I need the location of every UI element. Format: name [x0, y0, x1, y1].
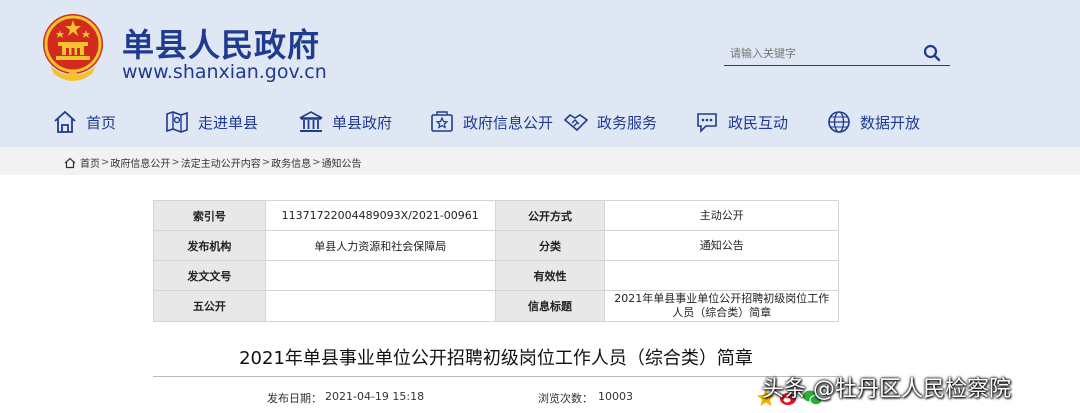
info-disclosure-icon	[431, 111, 453, 132]
nav-item-home[interactable]: 首页	[52, 104, 116, 140]
nav-label: 政务服务	[597, 113, 658, 132]
nav-label: 数据开放	[860, 113, 921, 132]
site-name[interactable]: 单县人民政府	[122, 20, 320, 66]
publisher-label: 发布机构	[153, 230, 266, 261]
article-title: 2021年单县事业单位公开招聘初级岗位工作人员（综合类）简章	[239, 348, 753, 369]
view-count: 10003	[598, 390, 633, 403]
table-row: 发文文号 有效性	[153, 260, 839, 291]
home-icon	[54, 110, 76, 133]
nav-label: 政府信息公开	[463, 113, 554, 132]
publish-date-label: 发布日期：	[267, 392, 322, 405]
main-nav: 首页 走进单县 单县政府 政府信息公开 政务服务 政民互动 数据开放	[0, 104, 1080, 140]
search-icon[interactable]	[922, 43, 942, 63]
five-disclosures-value	[264, 290, 496, 322]
nav-label: 政民互动	[728, 113, 789, 132]
view-count-label: 浏览次数：	[538, 392, 593, 405]
doc-number-value	[264, 260, 496, 291]
title-divider	[153, 376, 839, 377]
validity-value	[604, 260, 839, 291]
breadcrumb-item-info-disclosure[interactable]: 政府信息公开	[110, 155, 170, 170]
nav-label: 单县政府	[332, 113, 393, 132]
nav-item-open-data[interactable]: 数据开放	[826, 104, 920, 140]
nav-label: 首页	[86, 113, 117, 132]
publisher-value: 单县人力资源和社会保障局	[264, 230, 496, 261]
site-url[interactable]: www.shanxian.gov.cn	[122, 61, 327, 83]
info-title-value: 2021年单县事业单位公开招聘初级岗位工作人员（综合类）简章	[604, 290, 839, 322]
document-info-table: 索引号 11371722004489093X/2021-00961 公开方式 主…	[153, 200, 839, 322]
breadcrumb-separator: >	[312, 157, 321, 168]
home-icon	[64, 157, 76, 168]
breadcrumb-bar: 首页 > 政府信息公开 > 法定主动公开内容 > 政务信息 > 通知公告	[0, 147, 1080, 175]
breadcrumb-item-home[interactable]: 首页	[80, 155, 100, 170]
breadcrumb: 首页 > 政府信息公开 > 法定主动公开内容 > 政务信息 > 通知公告	[64, 155, 362, 170]
disclosure-method-label: 公开方式	[494, 200, 606, 231]
table-row: 五公开 信息标题 2021年单县事业单位公开招聘初级岗位工作人员（综合类）简章	[153, 290, 839, 322]
index-number-value: 11371722004489093X/2021-00961	[264, 200, 496, 231]
watermark: 头条 @牡丹区人民检察院	[762, 377, 1011, 402]
breadcrumb-item-notices[interactable]: 通知公告	[322, 155, 362, 170]
category-label: 分类	[494, 230, 606, 261]
search-input[interactable]	[730, 44, 920, 62]
publish-date: 2021-04-19 15:18	[325, 390, 425, 403]
table-row: 索引号 11371722004489093X/2021-00961 公开方式 主…	[153, 200, 839, 231]
breadcrumb-separator: >	[171, 157, 180, 168]
breadcrumb-item-gov-info[interactable]: 政务信息	[271, 155, 311, 170]
nav-item-government[interactable]: 单县政府	[298, 104, 392, 140]
nav-item-about[interactable]: 走进单县	[164, 104, 258, 140]
chat-icon	[697, 113, 717, 133]
nav-item-interaction[interactable]: 政民互动	[694, 104, 788, 140]
nav-label: 走进单县	[198, 113, 259, 132]
index-number-label: 索引号	[153, 200, 266, 231]
national-emblem-icon[interactable]	[38, 8, 108, 84]
breadcrumb-separator: >	[101, 157, 110, 168]
table-row: 发布机构 单县人力资源和社会保障局 分类 通知公告	[153, 230, 839, 261]
data-globe-icon	[828, 111, 850, 133]
site-header: 单县人民政府 www.shanxian.gov.cn 首页 走进单县	[0, 0, 1080, 147]
category-value: 通知公告	[604, 230, 839, 261]
breadcrumb-separator: >	[261, 157, 271, 168]
nav-item-info-disclosure[interactable]: 政府信息公开	[429, 104, 553, 140]
validity-label: 有效性	[494, 260, 606, 291]
doc-number-label: 发文文号	[153, 260, 266, 291]
disclosure-method-value: 主动公开	[604, 200, 839, 231]
info-title-label: 信息标题	[494, 290, 606, 322]
five-disclosures-label: 五公开	[153, 290, 266, 322]
search-box	[724, 40, 950, 66]
handshake-icon	[563, 113, 589, 132]
breadcrumb-item-legal-content[interactable]: 法定主动公开内容	[181, 155, 261, 170]
nav-item-services[interactable]: 政务服务	[563, 104, 657, 140]
government-building-icon	[299, 111, 323, 132]
map-icon	[166, 111, 188, 133]
